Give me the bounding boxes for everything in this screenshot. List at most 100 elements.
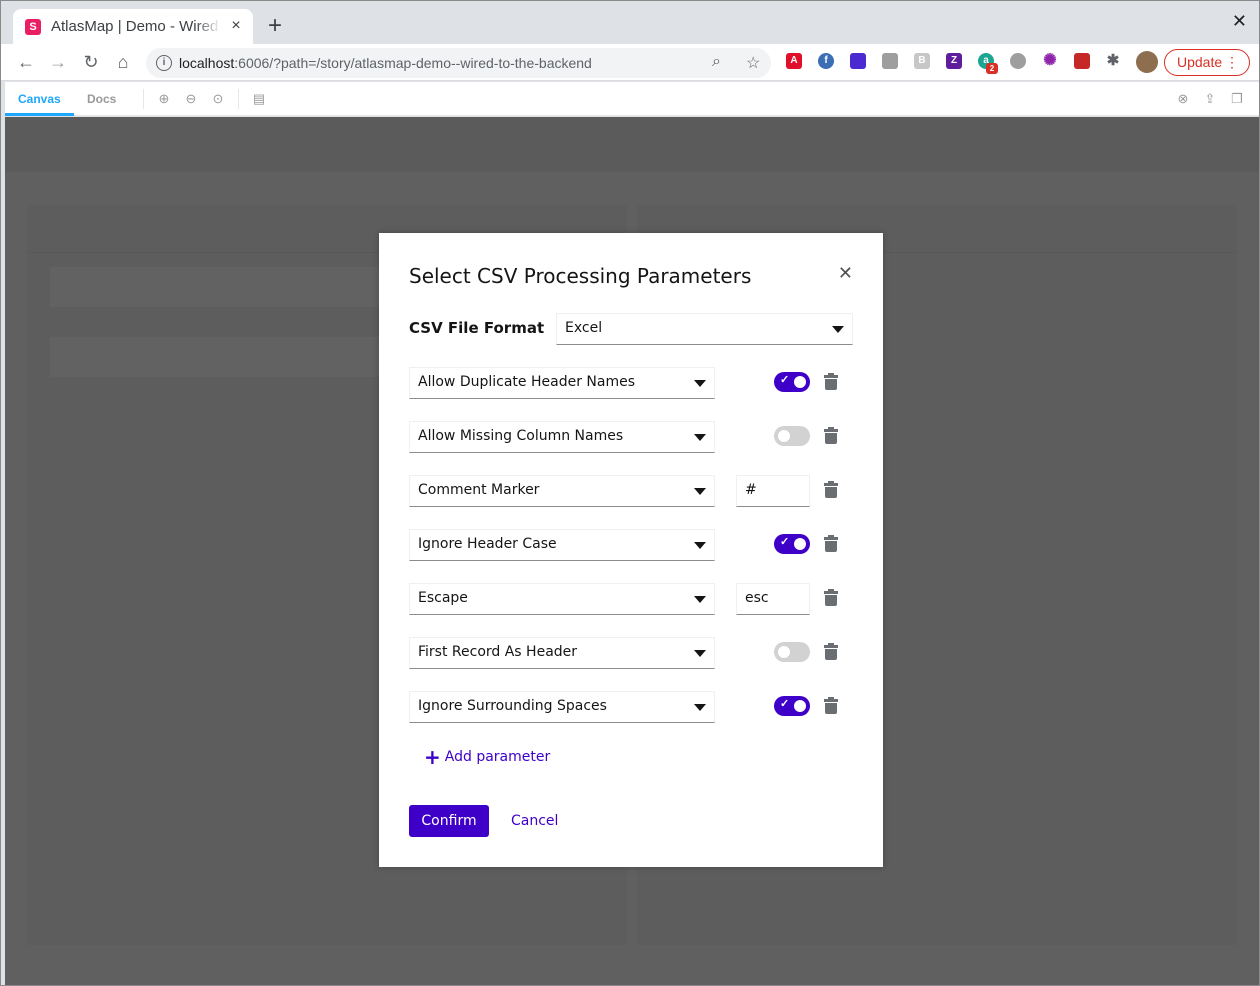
- parameter-select[interactable]: Escape: [409, 583, 715, 615]
- confirm-button[interactable]: Confirm: [409, 805, 489, 837]
- parameter-select[interactable]: Comment Marker: [409, 475, 715, 507]
- window-close-icon[interactable]: ✕: [1232, 11, 1247, 32]
- tab-strip: S AtlasMap | Demo - Wired to the backend…: [1, 1, 1259, 44]
- reload-icon[interactable]: ↻: [79, 50, 103, 74]
- parameter-text-input[interactable]: #: [736, 475, 810, 507]
- toggle-knob: [778, 430, 790, 442]
- tab-canvas[interactable]: Canvas: [5, 82, 74, 116]
- browser-window: S AtlasMap | Demo - Wired to the backend…: [0, 0, 1260, 986]
- parameter-toggle[interactable]: ✓: [774, 534, 810, 554]
- parameter-select[interactable]: Allow Missing Column Names: [409, 421, 715, 453]
- add-parameter-button[interactable]: + Add parameter: [424, 747, 551, 767]
- copy-link-icon[interactable]: ❐: [1229, 91, 1245, 107]
- url-text: localhost:6006/?path=/story/atlasmap-dem…: [179, 55, 592, 71]
- trash-icon[interactable]: [824, 643, 838, 660]
- parameter-name: Ignore Surrounding Spaces: [418, 698, 607, 714]
- url-host: localhost: [179, 55, 235, 71]
- extension-badge: 2: [986, 63, 998, 74]
- profile-avatar[interactable]: [1136, 51, 1158, 73]
- bookmark-star-icon[interactable]: ☆: [746, 53, 760, 73]
- zoom-out-icon[interactable]: ⊖: [183, 91, 199, 107]
- trash-icon[interactable]: [824, 535, 838, 552]
- toggle-knob: [778, 646, 790, 658]
- trash-icon[interactable]: [824, 589, 838, 606]
- forward-icon[interactable]: →: [46, 50, 70, 74]
- csv-format-label: CSV File Format: [409, 319, 545, 337]
- extension-sun-icon[interactable]: ✺: [1042, 53, 1058, 69]
- extension-box-icon[interactable]: [850, 53, 866, 69]
- parameter-name: First Record As Header: [418, 644, 578, 660]
- zoom-reset-icon[interactable]: ⊙: [210, 91, 226, 107]
- zoom-in-icon[interactable]: ⊕: [156, 91, 172, 107]
- trash-icon[interactable]: [824, 373, 838, 390]
- new-tab-icon[interactable]: +: [264, 14, 286, 38]
- toolbar-divider: [238, 89, 239, 109]
- parameter-toggle[interactable]: [774, 426, 810, 446]
- extensions-puzzle-icon[interactable]: ✱: [1105, 53, 1121, 69]
- toggle-knob: [794, 538, 806, 550]
- site-info-icon[interactable]: i: [156, 55, 172, 71]
- trash-icon[interactable]: [824, 481, 838, 498]
- parameter-select[interactable]: Allow Duplicate Header Names: [409, 367, 715, 399]
- caret-down-icon: [694, 704, 706, 711]
- toolbar-divider: [143, 89, 144, 109]
- parameter-text-input[interactable]: esc: [736, 583, 810, 615]
- add-parameter-label: Add parameter: [444, 749, 551, 765]
- address-bar[interactable]: i localhost:6006/?path=/story/atlasmap-d…: [146, 48, 771, 78]
- extension-gray-icon[interactable]: [882, 53, 898, 69]
- check-icon: ✓: [780, 536, 790, 548]
- back-icon[interactable]: ←: [14, 50, 38, 74]
- menu-dots-icon: ⋮: [1225, 54, 1239, 70]
- caret-down-icon: [694, 596, 706, 603]
- storybook-toolbar: Canvas Docs ⊕ ⊖ ⊙ ▤ ⊗ ⇪ ❐: [5, 82, 1259, 116]
- update-label: Update: [1177, 54, 1223, 70]
- parameter-select[interactable]: First Record As Header: [409, 637, 715, 669]
- canvas-overlay: Select CSV Processing Parameters ✕ CSV F…: [5, 117, 1259, 985]
- caret-down-icon: [694, 380, 706, 387]
- caret-down-icon: [694, 434, 706, 441]
- parameter-name: Ignore Header Case: [418, 536, 557, 552]
- parameter-name: Escape: [418, 590, 468, 606]
- parameter-toggle[interactable]: ✓: [774, 696, 810, 716]
- csv-format-value: Excel: [565, 320, 603, 336]
- browser-toolbar: ← → ↻ ⌂ i localhost:6006/?path=/story/at…: [1, 44, 1259, 81]
- tab-title: AtlasMap | Demo - Wired to the backend: [51, 18, 221, 35]
- background-grid-icon[interactable]: ▤: [251, 91, 267, 107]
- extension-fedora-icon[interactable]: f: [818, 53, 834, 69]
- home-icon[interactable]: ⌂: [111, 50, 135, 74]
- parameter-toggle[interactable]: ✓: [774, 372, 810, 392]
- search-icon[interactable]: ⌕: [712, 53, 721, 71]
- trash-icon[interactable]: [824, 697, 838, 714]
- caret-down-icon: [694, 650, 706, 657]
- check-icon: ✓: [780, 374, 790, 386]
- fullscreen-icon[interactable]: ⊗: [1175, 91, 1191, 107]
- caret-down-icon: [694, 542, 706, 549]
- background-app-toolbar: [5, 117, 1259, 172]
- dialog-close-icon[interactable]: ✕: [838, 263, 853, 284]
- update-button[interactable]: Update ⋮: [1164, 49, 1250, 76]
- parameter-name: Comment Marker: [418, 482, 540, 498]
- extension-bug-icon[interactable]: [1074, 53, 1090, 69]
- extension-chat-icon[interactable]: [1010, 53, 1026, 69]
- parameter-toggle[interactable]: [774, 642, 810, 662]
- parameter-name: Allow Missing Column Names: [418, 428, 624, 444]
- extension-z-icon[interactable]: Z: [946, 53, 962, 69]
- csv-format-select[interactable]: Excel: [556, 313, 853, 345]
- trash-icon[interactable]: [824, 427, 838, 444]
- toggle-knob: [794, 700, 806, 712]
- browser-tab[interactable]: S AtlasMap | Demo - Wired to the backend…: [13, 9, 253, 44]
- parameter-select[interactable]: Ignore Surrounding Spaces: [409, 691, 715, 723]
- caret-down-icon: [694, 488, 706, 495]
- csv-parameters-dialog: Select CSV Processing Parameters ✕ CSV F…: [379, 233, 883, 867]
- storybook-favicon-icon: S: [25, 18, 41, 35]
- cancel-button[interactable]: Cancel: [511, 805, 558, 837]
- parameter-name: Allow Duplicate Header Names: [418, 374, 635, 390]
- url-path: :6006/?path=/story/atlasmap-demo--wired-…: [234, 55, 592, 71]
- tab-close-icon[interactable]: ×: [227, 17, 245, 35]
- tab-docs[interactable]: Docs: [74, 82, 129, 116]
- toggle-knob: [794, 376, 806, 388]
- open-new-tab-icon[interactable]: ⇪: [1202, 91, 1218, 107]
- extension-b-icon[interactable]: B: [914, 53, 930, 69]
- extension-angular-icon[interactable]: A: [786, 53, 802, 69]
- parameter-select[interactable]: Ignore Header Case: [409, 529, 715, 561]
